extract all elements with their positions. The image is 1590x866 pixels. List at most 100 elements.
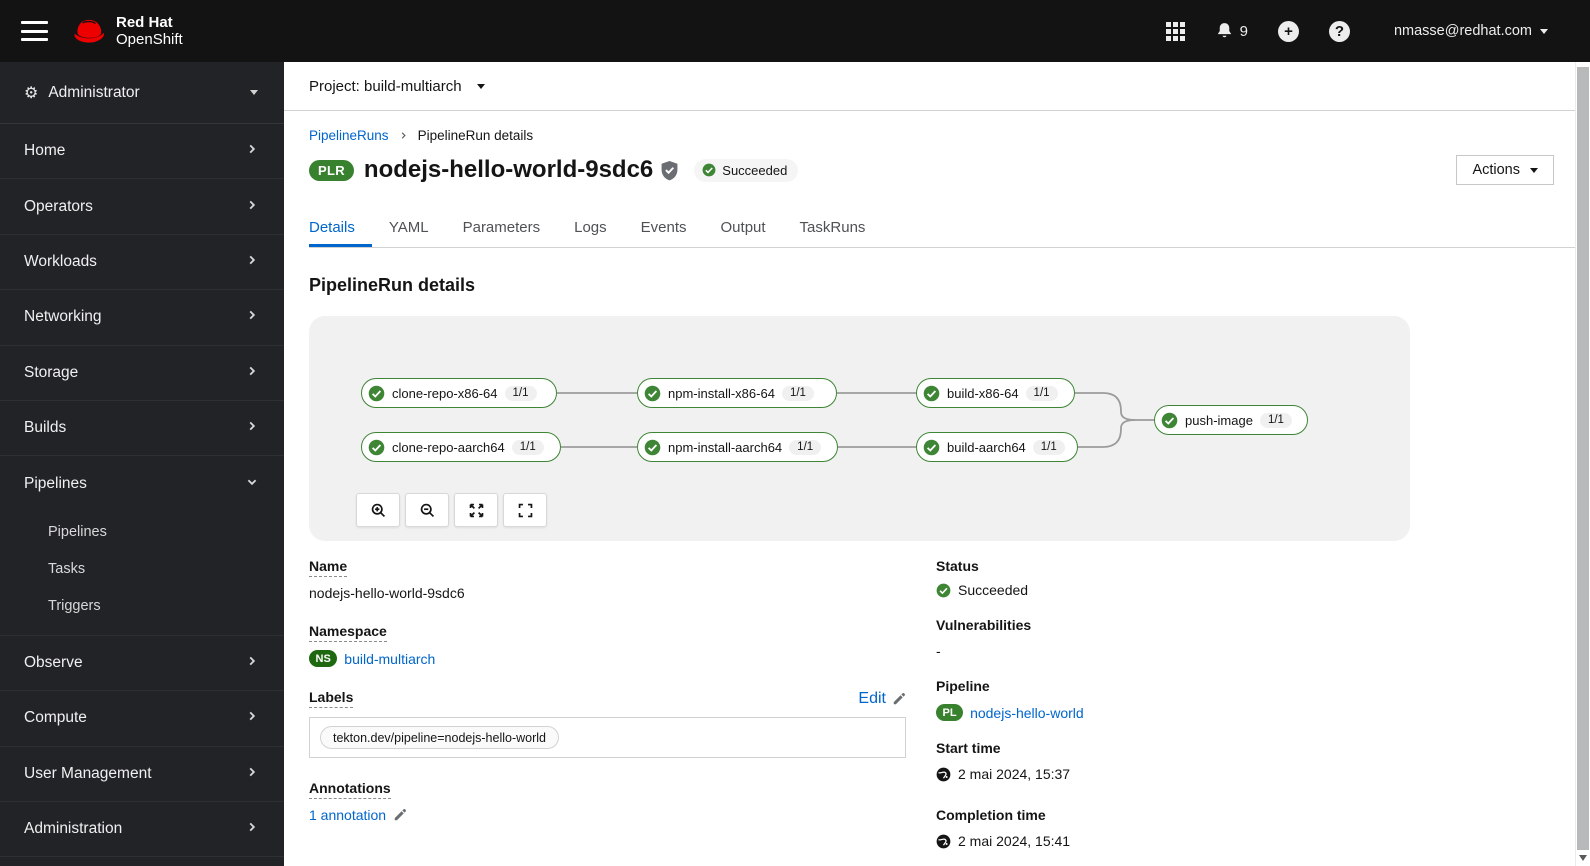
chevron-right-icon bbox=[246, 820, 258, 838]
task-node-clone-repo-aarch64[interactable]: clone-repo-aarch64 1/1 bbox=[361, 432, 561, 462]
pipelines-subnav: Pipelines Tasks Triggers bbox=[0, 512, 284, 636]
pencil-icon[interactable] bbox=[393, 808, 407, 822]
chevron-down-icon bbox=[246, 475, 258, 493]
pipeline-link[interactable]: nodejs-hello-world bbox=[970, 705, 1084, 721]
reset-view-button[interactable] bbox=[503, 493, 547, 527]
sidebar-item-pipelines[interactable]: Pipelines bbox=[0, 456, 284, 511]
scroll-down-arrow[interactable] bbox=[1579, 855, 1587, 861]
task-runs-badge: 1/1 bbox=[1259, 412, 1292, 428]
main-content: Project: build-multiarch PipelineRuns Pi… bbox=[284, 62, 1590, 866]
pencil-icon[interactable] bbox=[892, 692, 906, 706]
sidebar-item-builds[interactable]: Builds bbox=[0, 401, 284, 457]
task-succeeded-icon bbox=[1161, 412, 1178, 429]
scrollbar-thumb[interactable] bbox=[1577, 67, 1589, 850]
breadcrumb-pipelineruns-link[interactable]: PipelineRuns bbox=[309, 128, 389, 143]
brand-text: Red Hat OpenShift bbox=[116, 14, 183, 48]
tab-parameters[interactable]: Parameters bbox=[446, 210, 558, 247]
sidebar-item-workloads[interactable]: Workloads bbox=[0, 235, 284, 291]
nav-toggle-icon[interactable] bbox=[21, 21, 48, 41]
zoom-out-button[interactable] bbox=[405, 493, 449, 527]
start-time-value: 2 mai 2024, 15:37 bbox=[958, 766, 1071, 782]
fit-to-screen-button[interactable] bbox=[454, 493, 498, 527]
annotations-link[interactable]: 1 annotation bbox=[309, 807, 386, 823]
bell-icon bbox=[1217, 23, 1231, 38]
task-succeeded-icon bbox=[368, 439, 385, 456]
name-value: nodejs-hello-world-9sdc6 bbox=[309, 585, 465, 601]
sidebar-item-user-management[interactable]: User Management bbox=[0, 747, 284, 802]
graph-toolbar bbox=[356, 493, 547, 527]
plus-circle-icon: + bbox=[1277, 20, 1299, 42]
app-launcher-icon[interactable] bbox=[1165, 21, 1185, 41]
sidebar-item-operators[interactable]: Operators bbox=[0, 179, 284, 235]
tab-output[interactable]: Output bbox=[704, 210, 783, 247]
vulnerabilities-label: Vulnerabilities bbox=[936, 617, 1032, 633]
sidebar-item-administration[interactable]: Administration bbox=[0, 802, 284, 858]
task-runs-badge: 1/1 bbox=[511, 439, 544, 455]
chevron-right-icon bbox=[246, 253, 258, 271]
add-button[interactable]: + bbox=[1277, 20, 1299, 42]
tab-details[interactable]: Details bbox=[309, 210, 372, 247]
help-button[interactable]: ? bbox=[1328, 20, 1350, 42]
details-left-column: Name nodejs-hello-world-9sdc6 Namespace … bbox=[309, 558, 906, 866]
namespace-link[interactable]: build-multiarch bbox=[344, 651, 435, 667]
project-selector[interactable]: Project: build-multiarch bbox=[284, 62, 1590, 111]
details-right-column: Status Succeeded Vulnerabilities - Pipel… bbox=[936, 558, 1554, 866]
project-selector-label: Project: build-multiarch bbox=[309, 77, 462, 95]
sidebar-item-observe[interactable]: Observe bbox=[0, 636, 284, 692]
task-node-build-aarch64[interactable]: build-aarch64 1/1 bbox=[916, 432, 1078, 462]
chevron-right-icon bbox=[246, 198, 258, 216]
perspective-switcher[interactable]: ⚙ Administrator bbox=[0, 62, 284, 124]
chevron-right-icon bbox=[246, 709, 258, 727]
breadcrumb-current: PipelineRun details bbox=[417, 128, 534, 143]
brand-logo[interactable]: Red Hat OpenShift bbox=[70, 14, 183, 48]
cogs-icon: ⚙ bbox=[24, 84, 39, 102]
chevron-right-icon bbox=[246, 419, 258, 437]
perspective-label: Administrator bbox=[48, 83, 140, 101]
chevron-right-icon bbox=[246, 364, 258, 382]
name-label: Name bbox=[309, 558, 348, 577]
completion-time-label: Completion time bbox=[936, 807, 1046, 823]
chevron-right-icon bbox=[246, 142, 258, 160]
caret-down-icon bbox=[476, 83, 485, 89]
breadcrumb: PipelineRuns PipelineRun details bbox=[309, 128, 1554, 143]
task-node-clone-repo-x86-64[interactable]: clone-repo-x86-64 1/1 bbox=[361, 378, 557, 408]
task-runs-badge: 1/1 bbox=[1025, 385, 1058, 401]
task-node-npm-install-x86-64[interactable]: npm-install-x86-64 1/1 bbox=[637, 378, 837, 408]
sidebar-item-networking[interactable]: Networking bbox=[0, 290, 284, 346]
sidebar-subitem-triggers[interactable]: Triggers bbox=[0, 588, 284, 625]
label-chip: tekton.dev/pipeline=nodejs-hello-world bbox=[320, 726, 559, 749]
task-node-npm-install-aarch64[interactable]: npm-install-aarch64 1/1 bbox=[637, 432, 838, 462]
start-time-label: Start time bbox=[936, 740, 1001, 756]
task-succeeded-icon bbox=[923, 439, 940, 456]
actions-button[interactable]: Actions bbox=[1456, 155, 1554, 185]
tab-taskruns[interactable]: TaskRuns bbox=[783, 210, 883, 247]
vertical-scrollbar bbox=[1575, 49, 1590, 866]
masthead: Red Hat OpenShift 9 + ? nmasse@redhat.co… bbox=[0, 0, 1590, 62]
zoom-in-button[interactable] bbox=[356, 493, 400, 527]
user-menu[interactable]: nmasse@redhat.com bbox=[1394, 23, 1548, 39]
labels-edit-link[interactable]: Edit bbox=[858, 690, 886, 708]
tab-yaml[interactable]: YAML bbox=[372, 210, 446, 247]
tab-events[interactable]: Events bbox=[624, 210, 704, 247]
completion-time-value: 2 mai 2024, 15:41 bbox=[958, 833, 1071, 849]
task-node-push-image[interactable]: push-image 1/1 bbox=[1154, 405, 1308, 435]
tab-logs[interactable]: Logs bbox=[557, 210, 624, 247]
caret-down-icon bbox=[1540, 28, 1548, 34]
task-runs-badge: 1/1 bbox=[1032, 439, 1065, 455]
sidebar-item-storage[interactable]: Storage bbox=[0, 346, 284, 401]
notification-count: 9 bbox=[1239, 22, 1248, 40]
globe-icon bbox=[936, 767, 951, 781]
sidebar-subitem-pipelines[interactable]: Pipelines bbox=[0, 514, 284, 551]
sidebar-item-home[interactable]: Home bbox=[0, 124, 284, 180]
section-title: PipelineRun details bbox=[309, 275, 476, 295]
task-node-build-x86-64[interactable]: build-x86-64 1/1 bbox=[916, 378, 1075, 408]
task-succeeded-icon bbox=[644, 439, 661, 456]
notifications-button[interactable]: 9 bbox=[1215, 21, 1248, 41]
chevron-right-icon bbox=[246, 654, 258, 672]
page-title: nodejs-hello-world-9sdc6 bbox=[363, 156, 654, 183]
caret-down-icon bbox=[1530, 167, 1538, 173]
sidebar-item-compute[interactable]: Compute bbox=[0, 691, 284, 747]
sidebar-subitem-tasks[interactable]: Tasks bbox=[0, 551, 284, 588]
task-runs-badge: 1/1 bbox=[781, 385, 814, 401]
chevron-right-icon bbox=[246, 308, 258, 326]
